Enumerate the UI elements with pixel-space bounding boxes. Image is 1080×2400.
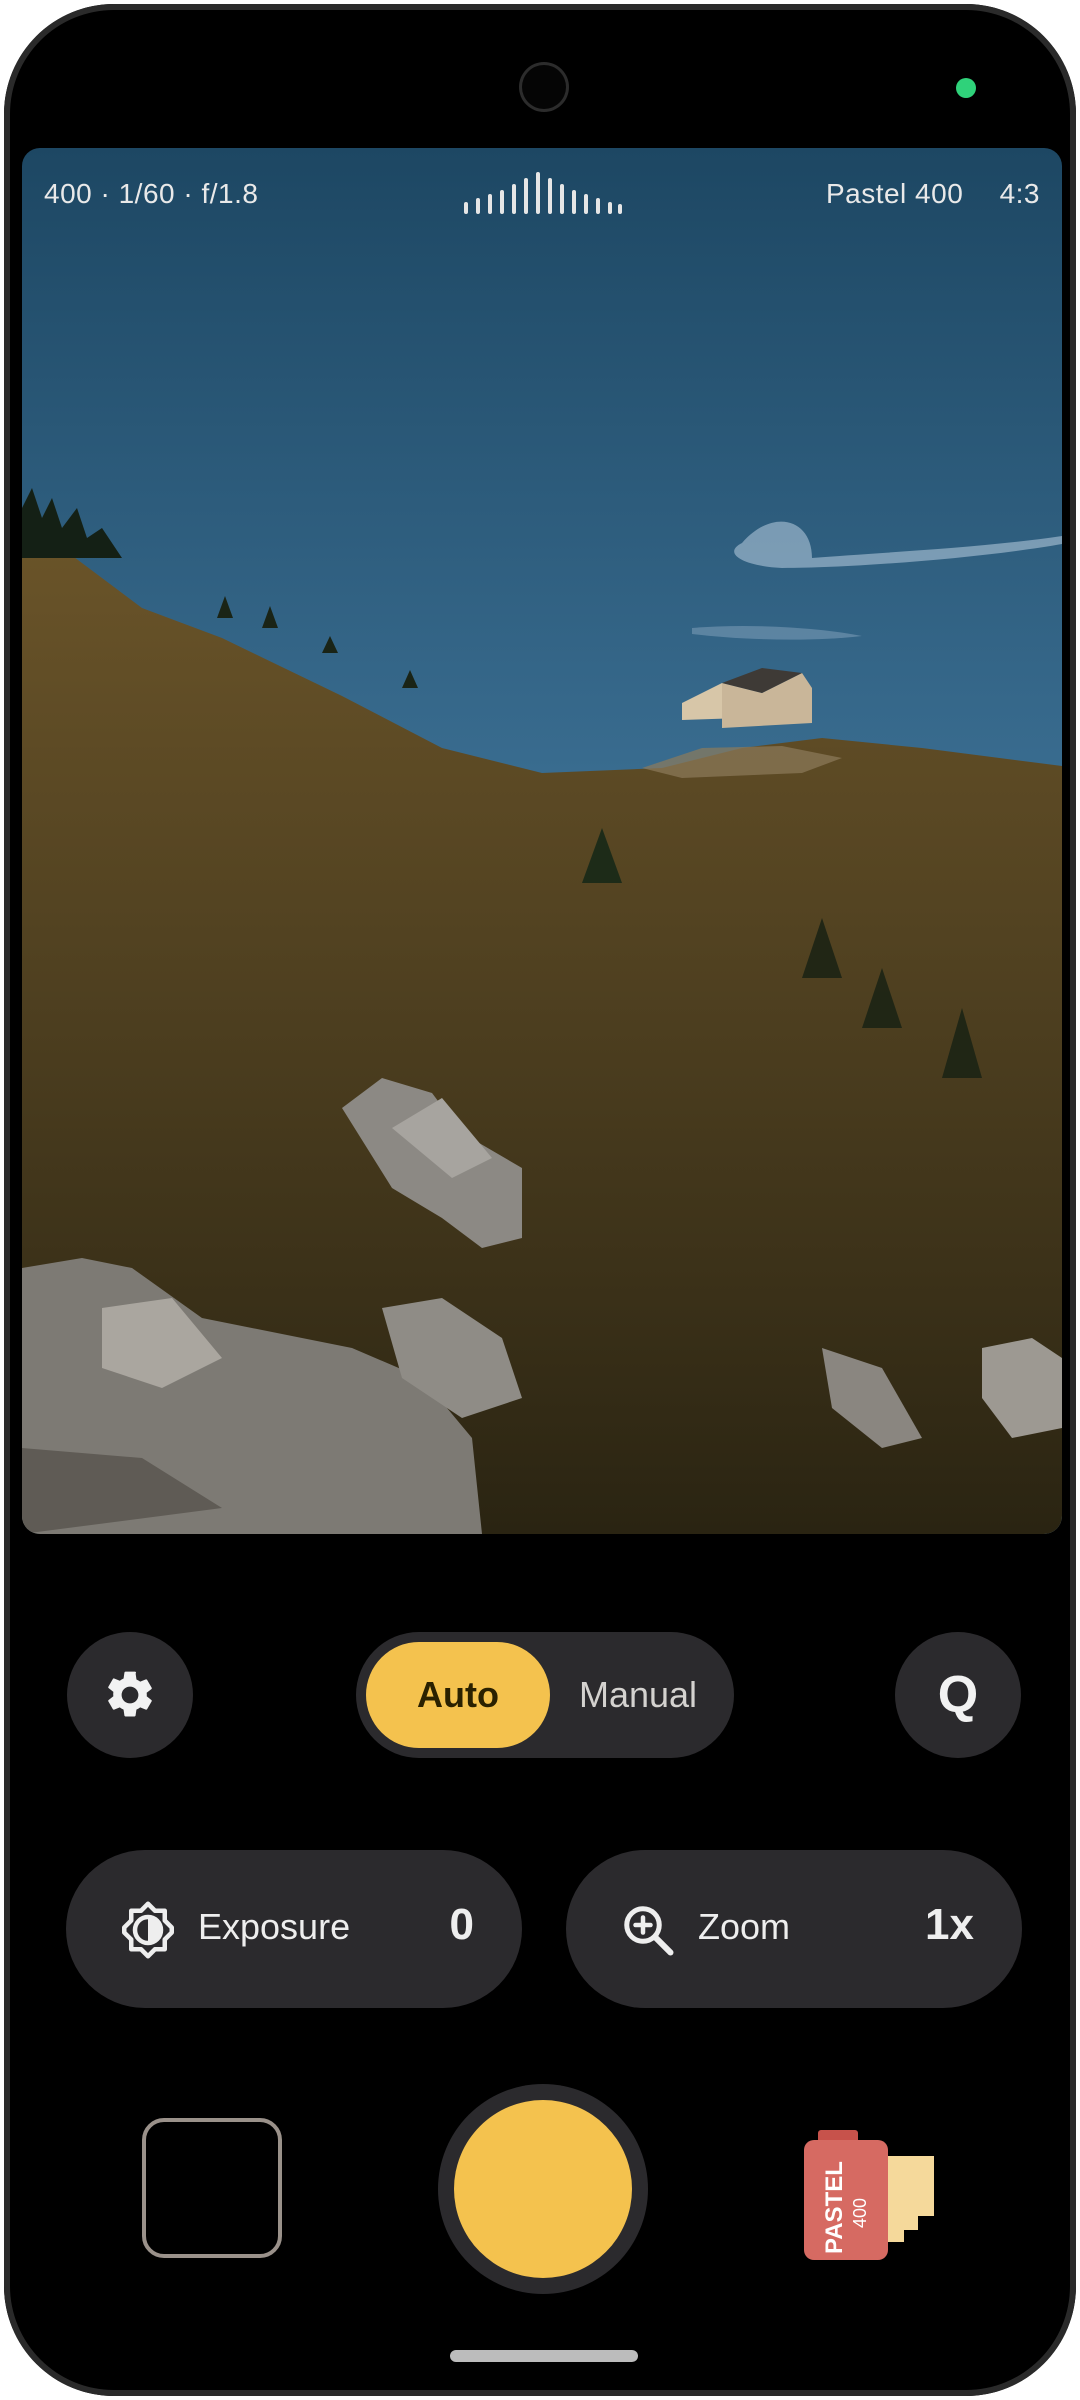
film-info-readout: Pastel 400 4:3 <box>798 178 1040 210</box>
film-name[interactable]: Pastel 400 <box>826 178 963 209</box>
film-canister-icon[interactable]: PASTEL 400 <box>802 2116 942 2266</box>
exposure-label: Exposure <box>198 1906 351 1947</box>
gear-icon <box>108 1671 152 1717</box>
phone-frame: 400 · 1/60 · f/1.8 Pastel 400 4:3 Auto M… <box>4 4 1076 2396</box>
aspect-ratio[interactable]: 4:3 <box>1000 178 1040 209</box>
mode-manual-option[interactable]: Manual <box>552 1642 724 1748</box>
capture-mode-toggle[interactable]: Auto Manual <box>356 1632 734 1758</box>
mode-controls-row: Auto Manual Q <box>4 1632 1076 1758</box>
shutter-button[interactable] <box>454 2100 632 2278</box>
gallery-thumbnail-button[interactable] <box>142 2118 282 2258</box>
zoom-control[interactable]: Zoom 1x <box>566 1850 1022 2008</box>
zoom-label: Zoom <box>698 1906 791 1947</box>
zoom-in-icon <box>624 1906 674 1956</box>
front-camera <box>519 62 569 112</box>
level-indicator <box>464 172 622 214</box>
viewfinder-scene <box>22 148 1062 1534</box>
exposure-control[interactable]: Exposure 0 <box>66 1850 522 2008</box>
exposure-icon <box>122 1901 174 1959</box>
exposure-settings-readout: 400 · 1/60 · f/1.8 <box>44 178 259 209</box>
film-canister-brand: PASTEL <box>821 2161 848 2254</box>
quick-settings-button[interactable]: Q <box>895 1632 1021 1758</box>
settings-button[interactable] <box>67 1632 193 1758</box>
exposure-value: 0 <box>449 1900 474 1949</box>
home-indicator[interactable] <box>450 2350 638 2362</box>
camera-in-use-indicator <box>956 78 976 98</box>
mode-auto-option[interactable]: Auto <box>366 1642 550 1748</box>
camera-viewfinder[interactable]: 400 · 1/60 · f/1.8 Pastel 400 4:3 <box>22 148 1062 1534</box>
zoom-value: 1x <box>925 1900 974 1949</box>
film-canister-iso: 400 <box>850 2198 870 2228</box>
